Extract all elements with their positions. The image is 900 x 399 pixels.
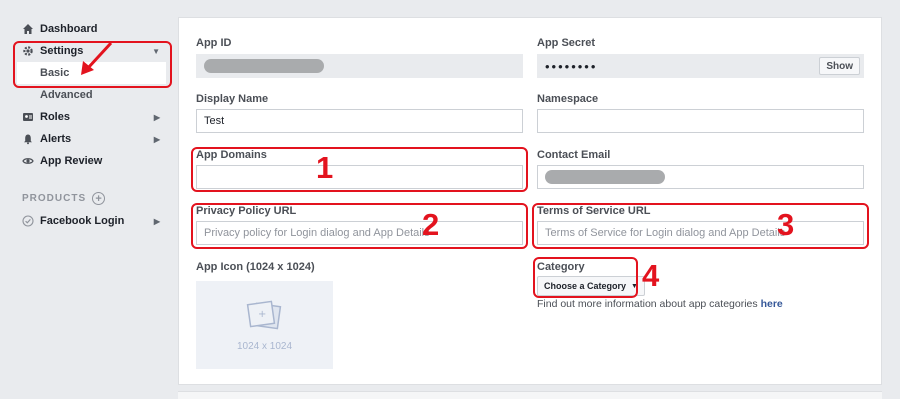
eye-icon xyxy=(22,155,34,167)
app-icon-label: App Icon (1024 x 1024) xyxy=(196,261,315,273)
display-name-input[interactable]: Test xyxy=(196,109,523,133)
id-card-icon xyxy=(22,111,34,123)
sidebar: Dashboard Settings ▼ Basic Advanced Role… xyxy=(0,0,172,399)
app-icon-upload[interactable]: + 1024 x 1024 xyxy=(196,281,333,369)
products-heading-label: PRODUCTS xyxy=(22,193,87,204)
category-hint-link[interactable]: here xyxy=(761,298,783,310)
display-name-label: Display Name xyxy=(196,93,269,105)
redacted-value xyxy=(204,59,324,73)
check-circle-icon xyxy=(22,215,34,227)
sidebar-item-advanced[interactable]: Advanced xyxy=(40,89,93,101)
app-domains-annotation-outline xyxy=(191,147,528,192)
panel-footer xyxy=(178,391,882,399)
app-icon-size: 1024 x 1024 xyxy=(236,340,293,352)
svg-text:+: + xyxy=(258,309,266,320)
annotation-number-3: 3 xyxy=(777,207,795,242)
sidebar-item-label: Roles xyxy=(40,111,70,123)
app-id-field xyxy=(196,54,523,78)
app-secret-value: •••••••• xyxy=(545,58,598,74)
sidebar-item-alerts[interactable]: Alerts ▶ xyxy=(22,130,164,148)
annotation-number-4: 4 xyxy=(642,258,660,293)
namespace-input[interactable] xyxy=(537,109,864,133)
chevron-right-icon: ▶ xyxy=(153,216,160,226)
sidebar-item-label: App Review xyxy=(40,155,103,167)
category-hint-text: Find out more information about app cate… xyxy=(537,298,758,310)
sidebar-item-facebook-login[interactable]: Facebook Login ▶ xyxy=(22,212,164,230)
sidebar-item-roles[interactable]: Roles ▶ xyxy=(22,108,164,126)
category-hint: Find out more information about app cate… xyxy=(537,298,783,310)
home-icon xyxy=(22,23,34,35)
privacy-policy-annotation-outline xyxy=(191,203,528,249)
show-secret-button[interactable]: Show xyxy=(819,57,860,75)
image-placeholder-icon: + xyxy=(246,300,281,329)
app-secret-label: App Secret xyxy=(537,37,596,49)
redacted-value xyxy=(545,170,665,184)
products-heading: PRODUCTS + xyxy=(22,192,106,205)
sidebar-item-app-review[interactable]: App Review xyxy=(22,152,164,170)
category-annotation-outline xyxy=(533,257,638,298)
sidebar-item-label: Dashboard xyxy=(40,23,98,35)
display-name-value: Test xyxy=(204,115,225,127)
namespace-label: Namespace xyxy=(537,93,599,105)
contact-email-input[interactable] xyxy=(537,165,864,189)
sidebar-item-label: Alerts xyxy=(40,133,72,145)
sidebar-item-dashboard[interactable]: Dashboard xyxy=(22,20,164,38)
terms-of-service-annotation-outline xyxy=(532,203,869,249)
app-id-label: App ID xyxy=(196,37,232,49)
annotation-number-1: 1 xyxy=(316,150,334,185)
add-product-icon[interactable]: + xyxy=(92,192,106,205)
contact-email-label: Contact Email xyxy=(537,149,611,161)
sidebar-item-label: Facebook Login xyxy=(40,215,125,227)
chevron-right-icon: ▶ xyxy=(153,134,160,144)
annotation-number-2: 2 xyxy=(422,207,440,242)
bell-icon xyxy=(22,133,34,145)
annotation-arrow-icon xyxy=(81,41,113,75)
app-secret-field: •••••••• Show xyxy=(537,54,864,78)
chevron-right-icon: ▶ xyxy=(153,112,160,122)
basic-settings-panel: App ID App Secret •••••••• Show Display … xyxy=(178,17,882,385)
